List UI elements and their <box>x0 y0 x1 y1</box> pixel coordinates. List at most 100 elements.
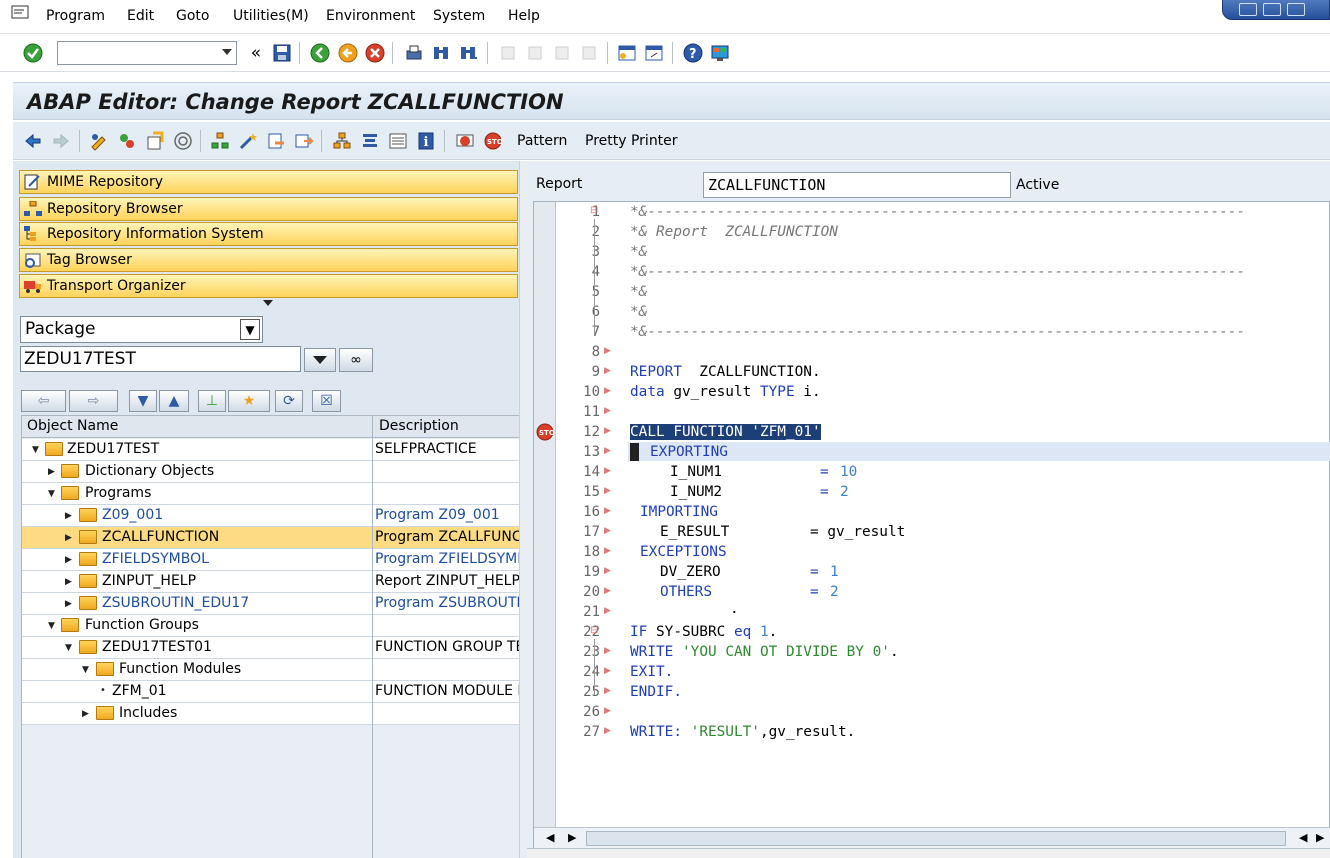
find-icon[interactable] <box>430 42 452 64</box>
menu-system[interactable]: System <box>433 8 485 24</box>
collapse-icon[interactable]: ▼ <box>48 489 55 499</box>
scroll-right-icon[interactable]: ▶ <box>1316 831 1324 844</box>
set-breakpoint-icon[interactable] <box>454 130 476 152</box>
column-header-description[interactable]: Description <box>379 418 459 434</box>
object-name-dropdown-button[interactable] <box>304 348 336 372</box>
where-used-icon[interactable] <box>265 130 287 152</box>
tree-back-button[interactable]: ⇦ <box>21 390 66 412</box>
display-change-icon[interactable] <box>88 130 110 152</box>
navigation-window-icon[interactable] <box>293 130 315 152</box>
scroll-right-icon[interactable]: ▶ <box>568 831 576 844</box>
pretty-printer-button[interactable]: Pretty Printer <box>585 133 678 149</box>
refresh-button[interactable]: ⟳ <box>275 390 303 412</box>
fold-collapse-icon[interactable]: ⊟ <box>590 205 598 216</box>
object-name-input[interactable]: ZEDU17TEST <box>20 346 301 372</box>
scroll-left-icon[interactable]: ◀ <box>1299 831 1307 844</box>
object-type-select[interactable]: Package ▼ <box>20 316 263 343</box>
transport-organizer-button[interactable]: Transport Organizer <box>19 274 518 298</box>
tree-forward-button[interactable]: ⇨ <box>69 390 118 412</box>
tree-row-program[interactable]: ▶ Z09_001 Program Z09_001 <box>22 505 520 527</box>
command-field[interactable] <box>57 41 237 65</box>
stack-icon[interactable] <box>359 130 381 152</box>
expand-all-button[interactable]: ▼ <box>129 390 157 412</box>
close-tree-button[interactable]: ☒ <box>312 390 341 412</box>
customize-layout-icon[interactable] <box>709 42 731 64</box>
repository-information-system-button[interactable]: Repository Information System <box>19 222 518 246</box>
column-divider[interactable] <box>372 416 373 858</box>
expand-icon[interactable]: ▶ <box>65 511 72 521</box>
chevron-down-icon[interactable]: ▼ <box>240 319 260 340</box>
tree-row-function-modules[interactable]: ▼ Function Modules <box>22 659 520 681</box>
collapse-icon[interactable]: ▼ <box>82 665 89 675</box>
scroll-thumb[interactable] <box>586 831 1286 846</box>
horizontal-scrollbar[interactable]: ◀ ▶ ◀ ▶ <box>534 827 1330 849</box>
tag-browser-button[interactable]: Tag Browser <box>19 248 518 272</box>
exit-icon[interactable] <box>337 42 359 64</box>
session-breakpoint-icon[interactable]: STO <box>536 423 555 445</box>
arrow-right-icon[interactable] <box>50 130 72 152</box>
last-page-icon[interactable] <box>578 42 600 64</box>
new-session-icon[interactable] <box>616 42 638 64</box>
wand-icon[interactable] <box>237 130 259 152</box>
collapse-all-button[interactable]: ▲ <box>159 390 189 412</box>
object-list-icon[interactable] <box>209 130 231 152</box>
tree-row-program[interactable]: ▶ ZINPUT_HELP Report ZINPUT_HELP <box>22 571 520 593</box>
first-page-icon[interactable] <box>497 42 519 64</box>
arrow-left-icon[interactable] <box>22 130 44 152</box>
help-icon[interactable]: ? <box>682 42 704 64</box>
expand-icon[interactable]: ▶ <box>82 709 89 719</box>
system-menu-icon[interactable] <box>10 4 32 22</box>
active-inactive-icon[interactable] <box>116 130 138 152</box>
column-header-object-name[interactable]: Object Name <box>27 418 118 434</box>
menu-help[interactable]: Help <box>508 8 540 24</box>
save-icon[interactable] <box>271 42 293 64</box>
tree-row-function-module[interactable]: • ZFM_01 FUNCTION MODULE F <box>22 681 520 703</box>
fold-collapse-icon[interactable]: ⊟ <box>590 625 598 636</box>
code-editor[interactable]: STO 1 2 3 4 5 6 7 8 ▶ 9 ▶ 10 ▶ 11 ▶ 12 ▶ 13 ▶ 14 ▶ 15 ▶ 16 ▶ 17 ▶ 1… <box>533 201 1330 850</box>
activate-icon[interactable] <box>172 130 194 152</box>
check-icon[interactable] <box>144 130 166 152</box>
display-button[interactable]: ∞ <box>339 348 373 372</box>
collapse-navigation-icon[interactable] <box>263 300 273 306</box>
breakpoint-gutter[interactable]: STO <box>534 202 556 850</box>
hierarchy-up-button[interactable]: ⊥ <box>198 390 226 412</box>
tree-row-function-group[interactable]: ▼ ZEDU17TEST01 FUNCTION GROUP TE <box>22 637 520 659</box>
tree-row-dictionary-objects[interactable]: ▶ Dictionary Objects <box>22 461 520 483</box>
tree-row-programs[interactable]: ▼ Programs <box>22 483 520 505</box>
find-next-icon[interactable] <box>457 42 479 64</box>
maximize-icon[interactable] <box>1263 3 1281 16</box>
close-icon[interactable] <box>1287 3 1305 16</box>
next-page-icon[interactable] <box>551 42 573 64</box>
hierarchy-icon[interactable] <box>331 130 353 152</box>
expand-icon[interactable]: ▶ <box>65 599 72 609</box>
pane-splitter[interactable] <box>519 161 527 858</box>
tree-row-package[interactable]: ▼ ZEDU17TEST SELFPRACTICE <box>22 439 520 461</box>
tree-row-function-groups[interactable]: ▼ Function Groups <box>22 615 520 637</box>
expand-icon[interactable]: ▶ <box>65 555 72 565</box>
enter-icon[interactable] <box>22 42 44 64</box>
favorites-button[interactable]: ★ <box>228 390 270 412</box>
collapse-icon[interactable]: ▼ <box>48 621 55 631</box>
display-object-list-icon[interactable] <box>387 130 409 152</box>
collapse-icon[interactable]: ▼ <box>32 445 39 455</box>
menu-edit[interactable]: Edit <box>127 8 154 24</box>
mime-repository-button[interactable]: MIME Repository <box>19 170 518 194</box>
back-icon[interactable] <box>309 42 331 64</box>
scroll-left-icon[interactable]: ◀ <box>546 831 554 844</box>
tree-row-program[interactable]: ▶ ZSUBROUTIN_EDU17 Program ZSUBROUTIN <box>22 593 520 615</box>
expand-icon[interactable]: ▶ <box>65 533 72 543</box>
menu-utilities[interactable]: Utilities(M) <box>233 8 309 24</box>
create-shortcut-icon[interactable] <box>643 42 665 64</box>
menu-program[interactable]: Program <box>46 8 105 24</box>
collapse-icon[interactable]: ▼ <box>65 643 72 653</box>
menu-environment[interactable]: Environment <box>326 8 415 24</box>
tree-row-includes[interactable]: ▶ Includes <box>22 703 520 725</box>
double-chevron-left-icon[interactable]: « <box>245 42 267 64</box>
menu-goto[interactable]: Goto <box>176 8 209 24</box>
expand-icon[interactable]: ▶ <box>48 467 55 477</box>
cancel-icon[interactable] <box>364 42 386 64</box>
chevron-down-icon[interactable] <box>222 49 232 55</box>
tree-row-program-selected[interactable]: ▶ ZCALLFUNCTION Program ZCALLFUNCT <box>22 527 520 549</box>
external-breakpoint-icon[interactable]: STO <box>482 130 504 152</box>
print-icon[interactable] <box>403 42 425 64</box>
